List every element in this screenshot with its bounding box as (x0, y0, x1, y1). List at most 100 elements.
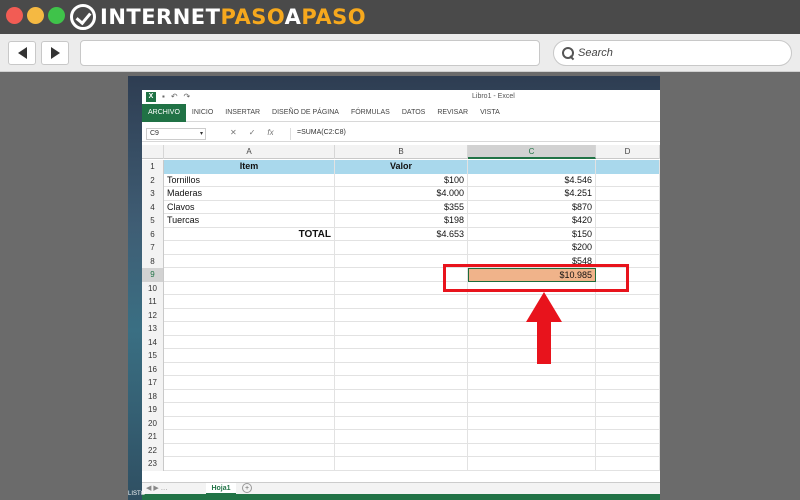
tab-vista[interactable]: VISTA (474, 104, 506, 122)
column-header-b[interactable]: B (335, 145, 468, 159)
row-number[interactable]: 19 (142, 403, 164, 417)
cell-a8[interactable] (164, 254, 335, 268)
cell-a9[interactable] (164, 268, 335, 282)
cell-b16[interactable] (335, 362, 468, 376)
row-number[interactable]: 1 (142, 160, 164, 174)
cell-b1[interactable]: Valor (335, 160, 468, 174)
cell-d5[interactable] (596, 214, 660, 228)
row-number[interactable]: 20 (142, 416, 164, 430)
tab-inicio[interactable]: INICIO (186, 104, 219, 122)
cell-a22[interactable] (164, 443, 335, 457)
cell-a5[interactable]: Tuercas (164, 214, 335, 228)
row-number[interactable]: 8 (142, 254, 164, 268)
cell-b5[interactable]: $198 (335, 214, 468, 228)
name-box[interactable]: C9 ▾ (146, 128, 206, 140)
cell-d23[interactable] (596, 457, 660, 471)
back-button[interactable] (8, 41, 36, 65)
cell-b19[interactable] (335, 403, 468, 417)
cell-b2[interactable]: $100 (335, 173, 468, 187)
row-number[interactable]: 18 (142, 389, 164, 403)
cell-d3[interactable] (596, 187, 660, 201)
cell-c6[interactable]: $150 (468, 227, 596, 241)
cell-a18[interactable] (164, 389, 335, 403)
cell-b3[interactable]: $4.000 (335, 187, 468, 201)
undo-icon[interactable]: ↶ (171, 92, 178, 102)
cell-a13[interactable] (164, 322, 335, 336)
row-number[interactable]: 3 (142, 187, 164, 201)
cell-d16[interactable] (596, 362, 660, 376)
cell-a1[interactable]: Item (164, 160, 335, 174)
save-icon[interactable]: ▪ (162, 92, 165, 102)
column-header-d[interactable]: D (596, 145, 660, 159)
row-number[interactable]: 5 (142, 214, 164, 228)
row-number[interactable]: 14 (142, 335, 164, 349)
cell-c4[interactable]: $870 (468, 200, 596, 214)
cell-a3[interactable]: Maderas (164, 187, 335, 201)
row-number[interactable]: 4 (142, 200, 164, 214)
row-number[interactable]: 23 (142, 457, 164, 471)
cell-d12[interactable] (596, 308, 660, 322)
close-window-button[interactable] (6, 7, 23, 24)
cell-b11[interactable] (335, 295, 468, 309)
cell-a21[interactable] (164, 430, 335, 444)
cell-a4[interactable]: Clavos (164, 200, 335, 214)
cell-c21[interactable] (468, 430, 596, 444)
cell-a7[interactable] (164, 241, 335, 255)
fx-icon[interactable]: fx (267, 128, 273, 137)
cell-d7[interactable] (596, 241, 660, 255)
cell-b13[interactable] (335, 322, 468, 336)
cell-a16[interactable] (164, 362, 335, 376)
cell-d21[interactable] (596, 430, 660, 444)
row-number[interactable]: 11 (142, 295, 164, 309)
add-sheet-icon[interactable]: + (242, 483, 252, 493)
row-number[interactable]: 2 (142, 173, 164, 187)
cell-d17[interactable] (596, 376, 660, 390)
cell-c5[interactable]: $420 (468, 214, 596, 228)
cell-b23[interactable] (335, 457, 468, 471)
maximize-window-button[interactable] (48, 7, 65, 24)
tab-revisar[interactable]: REVISAR (431, 104, 474, 122)
column-header-a[interactable]: A (164, 145, 335, 159)
cell-d18[interactable] (596, 389, 660, 403)
cell-c2[interactable]: $4.546 (468, 173, 596, 187)
address-bar[interactable] (80, 40, 540, 66)
cell-a17[interactable] (164, 376, 335, 390)
row-number[interactable]: 6 (142, 227, 164, 241)
tab-formulas[interactable]: FÓRMULAS (345, 104, 396, 122)
cell-a11[interactable] (164, 295, 335, 309)
cell-d6[interactable] (596, 227, 660, 241)
cell-b7[interactable] (335, 241, 468, 255)
cell-b22[interactable] (335, 443, 468, 457)
cell-b15[interactable] (335, 349, 468, 363)
cell-a15[interactable] (164, 349, 335, 363)
cell-a10[interactable] (164, 281, 335, 295)
row-number[interactable]: 21 (142, 430, 164, 444)
cell-d13[interactable] (596, 322, 660, 336)
cell-a14[interactable] (164, 335, 335, 349)
row-number[interactable]: 9 (142, 268, 164, 282)
cell-a6[interactable]: TOTAL (164, 227, 335, 241)
cell-a20[interactable] (164, 416, 335, 430)
cell-a23[interactable] (164, 457, 335, 471)
sheet-nav-icon[interactable]: ◀ ▶ … (146, 484, 168, 492)
row-number[interactable]: 22 (142, 443, 164, 457)
cell-d4[interactable] (596, 200, 660, 214)
cell-d2[interactable] (596, 173, 660, 187)
formula-input[interactable]: =SUMA(C2:C8) (290, 128, 660, 140)
row-number[interactable]: 10 (142, 281, 164, 295)
cell-b14[interactable] (335, 335, 468, 349)
cell-b12[interactable] (335, 308, 468, 322)
row-number[interactable]: 12 (142, 308, 164, 322)
tab-archivo[interactable]: ARCHIVO (142, 103, 186, 122)
row-number[interactable]: 16 (142, 362, 164, 376)
cancel-icon[interactable]: ✕ (230, 128, 237, 137)
cell-c23[interactable] (468, 457, 596, 471)
cell-d20[interactable] (596, 416, 660, 430)
cell-d22[interactable] (596, 443, 660, 457)
confirm-icon[interactable]: ✓ (249, 128, 256, 137)
cell-c18[interactable] (468, 389, 596, 403)
column-header-c[interactable]: C (468, 145, 596, 159)
cell-c22[interactable] (468, 443, 596, 457)
forward-button[interactable] (41, 41, 69, 65)
cell-b21[interactable] (335, 430, 468, 444)
